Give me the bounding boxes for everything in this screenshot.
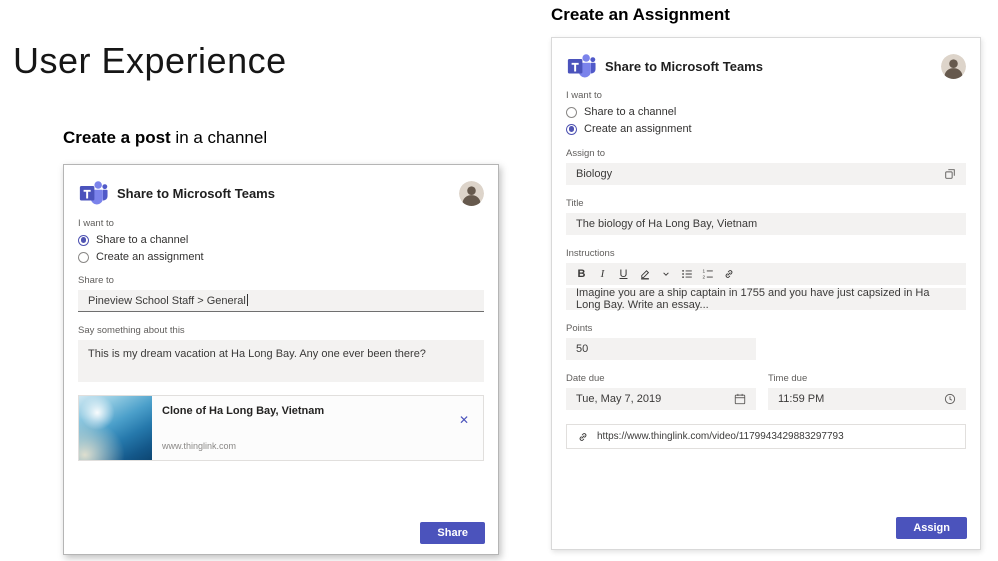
link-icon[interactable] bbox=[718, 263, 739, 285]
underline-icon[interactable]: U bbox=[613, 263, 634, 285]
left-dialog-caption: Create a post in a channel bbox=[63, 128, 267, 148]
assign-to-input[interactable]: Biology bbox=[566, 163, 966, 185]
shared-link-field[interactable]: https://www.thinglink.com/video/11799434… bbox=[566, 424, 966, 449]
highlight-icon[interactable] bbox=[634, 263, 655, 285]
time-due-column: Time due 11:59 PM bbox=[768, 373, 966, 410]
link-preview-title: Clone of Ha Long Bay, Vietnam bbox=[162, 405, 325, 417]
chevron-down-icon[interactable] bbox=[655, 263, 676, 285]
radio-label: Share to a channel bbox=[584, 106, 677, 118]
points-input[interactable]: 50 bbox=[566, 338, 756, 360]
share-to-channel-dialog: Share to Microsoft Teams I want to Share… bbox=[63, 164, 499, 555]
points-value: 50 bbox=[576, 343, 589, 355]
dialog-title: Share to Microsoft Teams bbox=[117, 185, 275, 201]
radio-label: Create an assignment bbox=[584, 123, 692, 135]
svg-text:2: 2 bbox=[702, 275, 705, 280]
assign-to-value: Biology bbox=[576, 168, 613, 180]
open-picker-icon[interactable] bbox=[944, 168, 956, 180]
shared-link-value: https://www.thinglink.com/video/11799434… bbox=[597, 431, 844, 442]
link-preview-body: Clone of Ha Long Bay, Vietnam www.thingl… bbox=[152, 396, 483, 460]
radio-create-assignment[interactable]: Create an assignment bbox=[78, 251, 484, 263]
points-label: Points bbox=[566, 323, 593, 334]
radio-label: Create an assignment bbox=[96, 251, 204, 263]
title-input[interactable]: The biology of Ha Long Bay, Vietnam bbox=[566, 213, 966, 235]
radio-label: Share to a channel bbox=[96, 234, 189, 246]
share-to-value: Pineview School Staff > General bbox=[88, 295, 246, 307]
assign-to-label: Assign to bbox=[566, 148, 606, 159]
date-due-value: Tue, May 7, 2019 bbox=[576, 393, 662, 405]
teams-logo-icon bbox=[566, 51, 596, 81]
share-to-label: Share to bbox=[78, 275, 114, 286]
title-label: Title bbox=[566, 198, 584, 209]
link-preview-thumbnail bbox=[79, 396, 152, 460]
numbered-list-icon[interactable]: 1 2 bbox=[697, 263, 718, 285]
instructions-label: Instructions bbox=[566, 248, 615, 259]
formatting-toolbar: B I U 1 2 bbox=[566, 263, 966, 285]
left-caption-bold: Create a post bbox=[63, 128, 171, 147]
teams-logo-icon bbox=[78, 178, 108, 208]
bold-icon[interactable]: B bbox=[571, 263, 592, 285]
radio-selected-icon bbox=[78, 234, 89, 246]
radio-selected-icon bbox=[566, 123, 577, 135]
clock-icon[interactable] bbox=[944, 393, 956, 405]
instructions-input[interactable]: Imagine you are a ship captain in 1755 a… bbox=[566, 287, 966, 311]
user-avatar[interactable] bbox=[459, 180, 484, 206]
right-dialog-caption: Create an Assignment bbox=[551, 5, 730, 24]
assign-button[interactable]: Assign bbox=[896, 517, 967, 539]
left-caption-rest: in a channel bbox=[170, 128, 268, 147]
time-due-label: Time due bbox=[768, 373, 808, 384]
date-due-input[interactable]: Tue, May 7, 2019 bbox=[566, 388, 756, 410]
slide-title: User Experience bbox=[13, 40, 287, 81]
share-to-input[interactable]: Pineview School Staff > General bbox=[78, 290, 484, 312]
message-textarea[interactable]: This is my dream vacation at Ha Long Bay… bbox=[78, 340, 484, 382]
due-row: Date due Tue, May 7, 2019 Time due 11:59… bbox=[566, 373, 966, 410]
title-value: The biology of Ha Long Bay, Vietnam bbox=[576, 218, 758, 230]
create-assignment-dialog: Share to Microsoft Teams I want to Share… bbox=[551, 37, 981, 550]
link-preview-card: Clone of Ha Long Bay, Vietnam www.thingl… bbox=[78, 395, 484, 461]
time-due-value: 11:59 PM bbox=[778, 393, 825, 405]
link-preview-domain: www.thinglink.com bbox=[162, 441, 237, 451]
bullet-list-icon[interactable] bbox=[676, 263, 697, 285]
close-icon[interactable]: ✕ bbox=[459, 414, 469, 426]
say-something-label: Say something about this bbox=[78, 325, 185, 336]
share-button[interactable]: Share bbox=[420, 522, 485, 544]
calendar-icon[interactable] bbox=[734, 393, 746, 405]
user-avatar[interactable] bbox=[941, 53, 966, 79]
time-due-input[interactable]: 11:59 PM bbox=[768, 388, 966, 410]
link-icon bbox=[577, 431, 589, 443]
instructions-value: Imagine you are a ship captain in 1755 a… bbox=[576, 287, 930, 311]
date-due-column: Date due Tue, May 7, 2019 bbox=[566, 373, 756, 410]
radio-create-assignment[interactable]: Create an assignment bbox=[566, 123, 966, 135]
radio-unselected-icon bbox=[78, 251, 89, 263]
italic-icon[interactable]: I bbox=[592, 263, 613, 285]
svg-text:1: 1 bbox=[702, 268, 705, 273]
i-want-to-label: I want to bbox=[78, 218, 114, 229]
radio-unselected-icon bbox=[566, 106, 577, 118]
dialog-title: Share to Microsoft Teams bbox=[605, 58, 763, 74]
radio-share-to-channel[interactable]: Share to a channel bbox=[566, 106, 966, 118]
dialog-header: Share to Microsoft Teams bbox=[78, 178, 484, 208]
dialog-header: Share to Microsoft Teams bbox=[566, 51, 966, 81]
i-want-to-label: I want to bbox=[566, 90, 602, 101]
date-due-label: Date due bbox=[566, 373, 605, 384]
radio-share-to-channel[interactable]: Share to a channel bbox=[78, 234, 484, 246]
